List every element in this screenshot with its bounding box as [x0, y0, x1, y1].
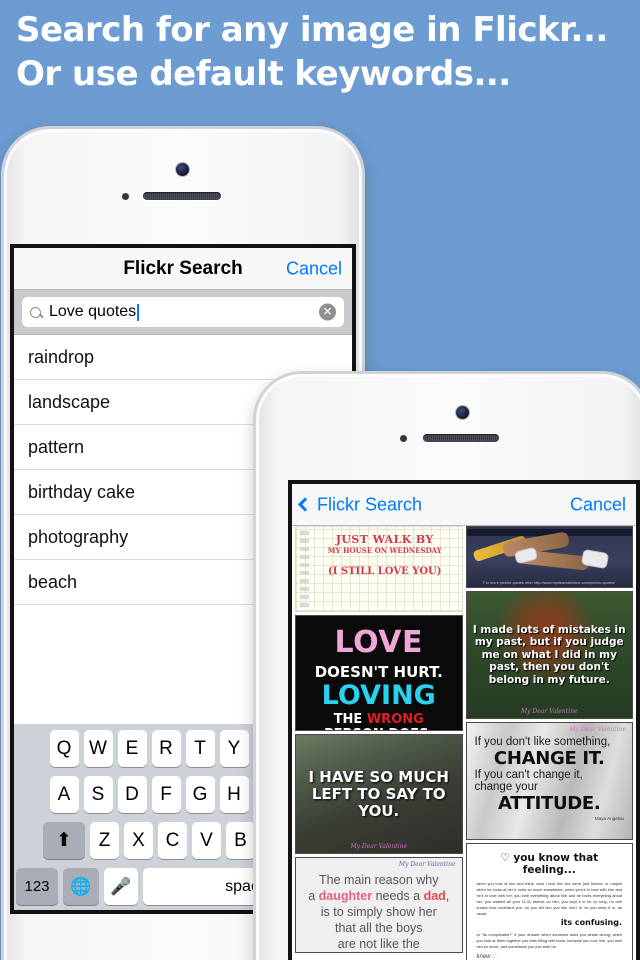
results-column-left: JUST WALK BY MY HOUSE ON WEDNESDAY (I ST…: [295, 526, 463, 960]
shift-key[interactable]: ⬆: [43, 822, 85, 859]
earpiece-speaker-icon: [423, 434, 499, 442]
key-z[interactable]: Z: [90, 822, 119, 859]
key-w[interactable]: W: [83, 730, 113, 767]
key-e[interactable]: E: [117, 730, 147, 767]
watermark: My Dear Valentine: [350, 843, 408, 850]
key-b[interactable]: B: [226, 822, 255, 859]
result-tile-love[interactable]: LOVE DOESN'T HURT. LOVING THE WRONG PERS…: [295, 615, 463, 731]
key-d[interactable]: D: [117, 776, 147, 813]
dad-line-4: that all the boys: [334, 921, 423, 935]
search-input[interactable]: Love quotes ✕: [22, 297, 344, 327]
phone2-screen: Flickr Search Cancel JUST WALK BY MY HOU…: [292, 484, 636, 960]
headline-line-1: Search for any image in Flickr...: [16, 10, 608, 50]
result-tile-dad[interactable]: My Dear Valentine The main reason why a …: [295, 857, 463, 953]
search-icon: [30, 306, 41, 318]
feeling-body: when you look at him and think, wow i lo…: [476, 881, 623, 916]
numeric-key[interactable]: 123: [16, 868, 58, 905]
microphone-icon[interactable]: 🎤: [104, 868, 138, 905]
result-tile-bench[interactable]: I HAVE SO MUCH LEFT TO SAY TO YOU. My De…: [295, 734, 463, 854]
feeling-heading: ♡ you know that feeling...: [500, 852, 599, 876]
change-line-2: CHANGE IT.: [493, 748, 605, 769]
love-word-1: LOVE: [334, 625, 423, 660]
key-r[interactable]: R: [151, 730, 181, 767]
chevron-left-icon: [297, 497, 313, 512]
key-h[interactable]: H: [219, 776, 249, 813]
note-line-3: (I STILL LOVE YOU): [327, 566, 442, 577]
back-button[interactable]: Flickr Search: [297, 494, 423, 515]
headline-line-2: Or use default keywords...: [16, 54, 511, 94]
change-line-5: ATTITUDE.: [498, 793, 601, 814]
promo-headline: Search for any image in Flickr... Or use…: [16, 8, 636, 96]
key-s[interactable]: S: [83, 776, 113, 813]
watermark: My Dear Valentine: [398, 861, 456, 868]
key-x[interactable]: X: [124, 822, 153, 859]
result-tile-change[interactable]: My Dear Valentine If you don't like some…: [465, 722, 633, 840]
feeling-confusing: its confusing.: [560, 918, 622, 927]
key-a[interactable]: A: [49, 776, 79, 813]
change-author: Maya Angelou: [594, 816, 624, 821]
key-y[interactable]: Y: [219, 730, 249, 767]
cancel-button[interactable]: Cancel: [286, 258, 342, 279]
front-camera-icon: [456, 406, 469, 419]
love-word-4: THE WRONG PERSON DOES.: [324, 712, 433, 730]
search-input-value: Love quotes: [49, 303, 137, 320]
key-v[interactable]: V: [192, 822, 221, 859]
bench-line-2: LEFT TO SAY TO YOU.: [311, 784, 446, 820]
proximity-sensor-icon: [122, 193, 129, 200]
earpiece-speaker-icon: [143, 192, 221, 200]
watermark: My Dear Valentine: [569, 726, 626, 733]
feeling-body-2: or "its complicated?" it your answer whe…: [476, 932, 623, 949]
cancel-button[interactable]: Cancel: [570, 494, 626, 515]
key-f[interactable]: F: [151, 776, 181, 813]
results-column-right: For more picture quotes refer http://www…: [465, 526, 633, 960]
mistake-quote: I made lots of mistakes in my past, but …: [472, 623, 626, 686]
love-word-2: DOESN'T HURT.: [314, 663, 443, 681]
change-line-1: If you don't like something,: [474, 736, 611, 748]
back-button-label: Flickr Search: [317, 494, 423, 514]
globe-icon[interactable]: 🌐: [63, 868, 99, 905]
change-line-3: If you can't change it,: [474, 769, 583, 781]
watermark: My Dear Valentine: [520, 708, 578, 715]
result-tile-skate[interactable]: For more picture quotes refer http://www…: [465, 526, 633, 588]
dad-line-1: The main reason why: [318, 873, 439, 887]
key-c[interactable]: C: [158, 822, 187, 859]
key-g[interactable]: G: [185, 776, 215, 813]
love-word-3: LOVING: [321, 680, 436, 711]
feeling-signoff: knew♡: [476, 954, 496, 960]
proximity-sensor-icon: [400, 435, 407, 442]
clear-search-icon[interactable]: ✕: [319, 303, 336, 321]
phone1-navbar: Flickr Search Cancel: [14, 248, 352, 290]
results-grid: JUST WALK BY MY HOUSE ON WEDNESDAY (I ST…: [292, 526, 636, 960]
front-camera-icon: [176, 163, 189, 176]
search-bar-container: Love quotes ✕: [14, 290, 352, 335]
change-line-4: change your: [474, 781, 538, 793]
dad-line-5: are not like the: [337, 937, 420, 951]
text-caret: [137, 303, 140, 321]
note-line-1: JUST WALK BY: [335, 533, 434, 546]
dad-quote: The main reason why a daughter needs a d…: [308, 873, 450, 951]
key-t[interactable]: T: [185, 730, 215, 767]
result-tile-note[interactable]: JUST WALK BY MY HOUSE ON WEDNESDAY (I ST…: [295, 526, 463, 612]
dad-line-3: is to simply show her: [320, 905, 437, 919]
page-title: Flickr Search: [123, 257, 243, 279]
result-tile-feeling[interactable]: ♡ you know that feeling... when you look…: [465, 843, 633, 960]
bench-quote: I HAVE SO MUCH LEFT TO SAY TO YOU.: [302, 767, 456, 820]
bench-line-1: I HAVE SO MUCH: [308, 767, 449, 786]
phone-mockup-results: Flickr Search Cancel JUST WALK BY MY HOU…: [256, 374, 640, 960]
phone2-navbar: Flickr Search Cancel: [292, 484, 636, 526]
skate-caption: For more picture quotes refer http://www…: [483, 581, 616, 585]
key-q[interactable]: Q: [49, 730, 79, 767]
result-tile-mistake[interactable]: I made lots of mistakes in my past, but …: [465, 591, 633, 719]
note-line-2: MY HOUSE ON WEDNESDAY: [327, 546, 442, 555]
